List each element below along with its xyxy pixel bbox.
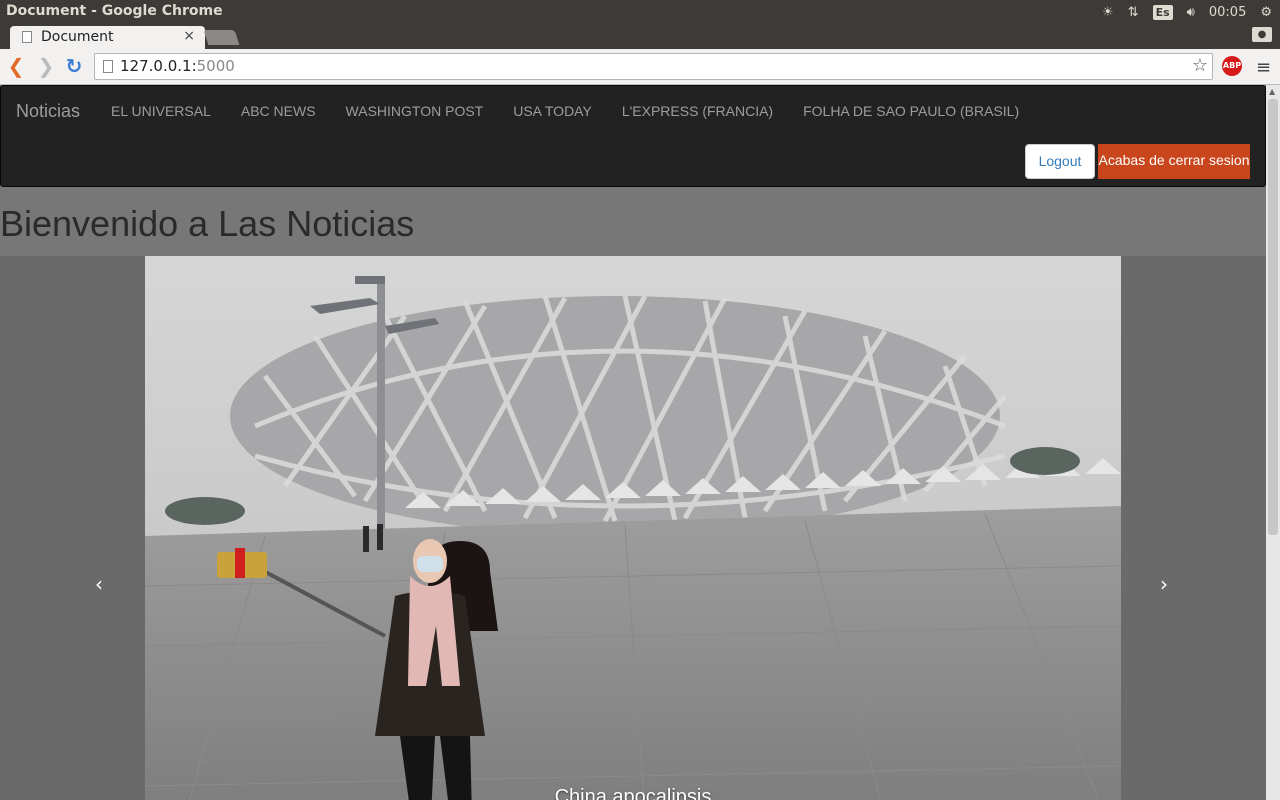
bookmark-star-icon[interactable]: ☆: [1192, 55, 1208, 76]
tab-title: Document: [41, 29, 114, 45]
carousel-caption: China apocalipsis: [554, 786, 712, 800]
logout-button[interactable]: Logout: [1025, 144, 1095, 179]
carousel-slide-image: [145, 256, 1121, 800]
logout-alert: Acabas de cerrar sesion: [1098, 144, 1250, 179]
nav-link-washington-post[interactable]: WASHINGTON POST: [346, 103, 484, 119]
navbar: Noticias EL UNIVERSAL ABC NEWS WASHINGTO…: [0, 85, 1266, 187]
system-tray: ☀ ⇅ Es 🔊︎ 00:05 ⚙: [1102, 0, 1280, 24]
news-carousel: ‹ › China apocalipsis: [0, 256, 1266, 800]
url-port: 5000: [196, 57, 235, 75]
nav-link-usa-today[interactable]: USA TODAY: [513, 103, 592, 119]
browser-toolbar: ❮ ❯ ↻ 127.0.0.1:5000 ☆ ABP ≡: [0, 49, 1280, 85]
brightness-icon[interactable]: ☀: [1102, 5, 1114, 20]
nav-link-el-universal[interactable]: EL UNIVERSAL: [111, 103, 211, 119]
close-icon[interactable]: ×: [183, 28, 195, 44]
scrollbar-thumb[interactable]: [1268, 99, 1278, 535]
profile-icon[interactable]: ●: [1252, 27, 1272, 42]
address-bar[interactable]: 127.0.0.1:5000 ☆: [94, 53, 1213, 80]
forward-icon[interactable]: ❯: [34, 54, 58, 78]
window-title: Document - Google Chrome: [6, 3, 223, 19]
scrollbar[interactable]: ▲: [1266, 85, 1280, 800]
scroll-up-icon[interactable]: ▲: [1269, 87, 1275, 96]
tab-strip: Document × ●: [0, 24, 1280, 49]
new-tab-button[interactable]: [203, 30, 240, 45]
menu-icon[interactable]: ≡: [1256, 57, 1271, 78]
nav-link-abc-news[interactable]: ABC NEWS: [241, 103, 316, 119]
page-viewport: Noticias EL UNIVERSAL ABC NEWS WASHINGTO…: [0, 85, 1266, 800]
page-title: Bienvenido a Las Noticias: [0, 203, 415, 244]
tab-document[interactable]: Document ×: [10, 26, 205, 49]
stadium-photo: [145, 256, 1121, 800]
back-icon[interactable]: ❮: [4, 54, 28, 78]
reload-icon[interactable]: ↻: [62, 54, 86, 78]
navbar-brand[interactable]: Noticias: [16, 101, 80, 122]
page-icon: [103, 60, 113, 73]
network-icon[interactable]: ⇅: [1128, 5, 1139, 20]
page-icon: [22, 31, 32, 43]
nav-link-lexpress[interactable]: L'EXPRESS (FRANCIA): [622, 103, 773, 119]
keyboard-layout-indicator[interactable]: Es: [1152, 4, 1173, 20]
volume-icon[interactable]: 🔊︎: [1187, 5, 1195, 20]
url-host: 127.0.0.1:: [120, 57, 197, 75]
gear-icon[interactable]: ⚙: [1260, 5, 1272, 20]
url-text[interactable]: 127.0.0.1:5000: [120, 57, 235, 75]
carousel-prev-control[interactable]: ‹: [95, 572, 103, 596]
adblock-icon[interactable]: ABP: [1222, 56, 1242, 76]
clock[interactable]: 00:05: [1209, 5, 1246, 20]
nav-links: EL UNIVERSAL ABC NEWS WASHINGTON POST US…: [111, 103, 1019, 119]
carousel-next-control[interactable]: ›: [1160, 572, 1168, 596]
nav-link-folha[interactable]: FOLHA DE SAO PAULO (BRASIL): [803, 103, 1019, 119]
os-top-bar: Document - Google Chrome ☀ ⇅ Es 🔊︎ 00:05…: [0, 0, 1280, 24]
